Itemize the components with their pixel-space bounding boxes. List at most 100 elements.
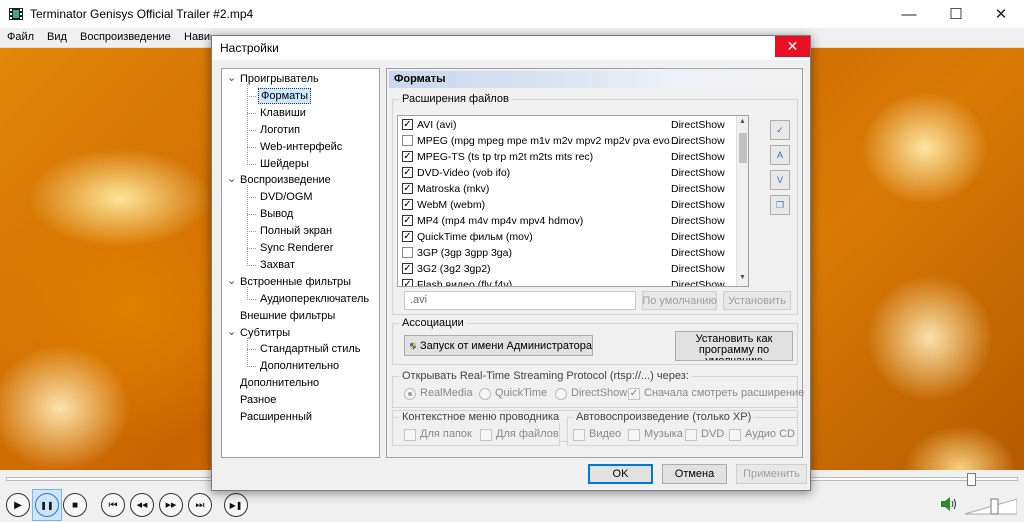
close-icon: ✕: [786, 38, 799, 54]
play-button[interactable]: ▶: [6, 493, 30, 517]
frame-step-button[interactable]: ▶❚: [224, 493, 248, 517]
menu-navigate[interactable]: Навигация: [184, 31, 211, 43]
format-checkbox[interactable]: ✓: [402, 119, 413, 130]
tree-item[interactable]: Расширенный: [238, 409, 314, 425]
tree-expander-icon[interactable]: ⌄: [227, 174, 236, 185]
set-button[interactable]: Установить: [723, 291, 791, 310]
apply-button[interactable]: Применить: [736, 464, 807, 484]
format-row[interactable]: ✓ MPEG-TS (ts tp trp m2t m2ts mts rec) Dir…: [400, 149, 731, 165]
format-checkbox[interactable]: ✓: [402, 183, 413, 194]
menu-playback[interactable]: Воспроизведение: [80, 31, 171, 43]
format-name: WebM (webm): [417, 199, 486, 211]
play-icon: ▶: [14, 499, 22, 511]
format-row[interactable]: ✓ WebM (webm) DirectShow: [400, 197, 731, 213]
format-row[interactable]: ✓ Matroska (mkv) DirectShow: [400, 181, 731, 197]
tree-item[interactable]: Встроенные фильтры: [238, 274, 353, 290]
stop-icon: ■: [71, 499, 79, 511]
volume-slider[interactable]: [964, 497, 1018, 515]
maximize-button[interactable]: ☐: [933, 0, 979, 28]
tree-expander-icon[interactable]: ⌄: [227, 326, 236, 337]
ok-button[interactable]: OK: [588, 464, 653, 484]
format-checkbox[interactable]: ✓: [402, 167, 413, 178]
select-all-button[interactable]: ✓: [770, 120, 790, 140]
format-row[interactable]: ✓ MP4 (mp4 m4v mp4v mpv4 hdmov) DirectShow: [400, 213, 731, 229]
format-row[interactable]: ✓ DVD-Video (vob ifo) DirectShow: [400, 165, 731, 181]
dialog-close-button[interactable]: ✕: [775, 36, 810, 57]
tree-item[interactable]: Вывод: [258, 206, 295, 222]
rtsp-group-label: Открывать Real-Time Streaming Protocol (…: [399, 370, 692, 382]
audio-formats-button[interactable]: A: [770, 145, 790, 165]
tree-expander-icon[interactable]: ⌄: [227, 73, 236, 84]
tree-item[interactable]: Полный экран: [258, 223, 334, 239]
stop-button[interactable]: ■: [63, 493, 87, 517]
frame-step-icon: ▶❚: [229, 500, 243, 510]
player-controls: ▶ ❚❚ ■ ⏮ ◀◀ ▶▶ ⏭ ▶❚: [0, 488, 1024, 522]
tree-item[interactable]: Дополнительно: [238, 375, 321, 391]
format-row[interactable]: ✓ Flash видео (flv f4v) DirectShow: [400, 277, 731, 286]
format-row[interactable]: 3GP (3gp 3gpp 3ga) DirectShow: [400, 245, 731, 261]
forward-button[interactable]: ▶▶: [159, 493, 183, 517]
format-checkbox[interactable]: ✓: [402, 151, 413, 162]
skip-forward-button[interactable]: ⏭: [188, 493, 212, 517]
set-default-program-button[interactable]: Установить как программу по умолчанию: [675, 331, 793, 361]
seek-thumb[interactable]: [967, 473, 976, 486]
scroll-thumb[interactable]: [739, 133, 747, 163]
format-row[interactable]: ✓ QuickTime фильм (mov) DirectShow: [400, 229, 731, 245]
close-button[interactable]: ✕: [978, 0, 1024, 28]
format-checkbox[interactable]: [402, 135, 413, 146]
tree-item[interactable]: Клавиши: [258, 105, 308, 121]
tree-item[interactable]: Web-интерфейс: [258, 139, 344, 155]
skip-back-button[interactable]: ⏮: [101, 493, 125, 517]
tree-item[interactable]: Захват: [258, 257, 297, 273]
menu-view[interactable]: Вид: [47, 31, 67, 43]
tree-item[interactable]: Шейдеры: [258, 156, 311, 172]
format-name: DVD-Video (vob ifo): [417, 167, 511, 179]
tree-item[interactable]: Sync Renderer: [258, 240, 335, 256]
tree-item[interactable]: Логотип: [258, 122, 302, 138]
tree-item[interactable]: DVD/OGM: [258, 189, 315, 205]
formats-scrollbar[interactable]: ▲ ▼: [736, 116, 748, 286]
associations-group-label: Ассоциации: [399, 317, 467, 329]
extensions-group-label: Расширения файлов: [399, 93, 512, 105]
format-row[interactable]: ✓ 3G2 (3g2 3gp2) DirectShow: [400, 261, 731, 277]
cancel-button[interactable]: Отмена: [662, 464, 727, 484]
tree-item[interactable]: Проигрыватель: [238, 71, 321, 87]
pause-button[interactable]: ❚❚: [35, 493, 59, 517]
format-row[interactable]: ✓ AVI (avi) DirectShow: [400, 117, 731, 133]
format-filter: DirectShow: [671, 199, 725, 211]
menu-file[interactable]: Файл: [7, 31, 34, 43]
tree-item[interactable]: Форматы: [258, 87, 311, 104]
title-bar: Terminator Genisys Official Trailer #2.m…: [0, 0, 1024, 28]
tree-item[interactable]: Стандартный стиль: [258, 341, 363, 357]
rewind-icon: ◀◀: [136, 502, 148, 509]
format-checkbox[interactable]: ✓: [402, 215, 413, 226]
tree-item[interactable]: Дополнительно: [258, 358, 341, 374]
rewind-button[interactable]: ◀◀: [130, 493, 154, 517]
volume-icon[interactable]: [940, 496, 958, 512]
extension-field[interactable]: .avi: [404, 291, 636, 310]
run-as-admin-button[interactable]: Запуск от имени Администратора: [404, 335, 593, 356]
tree-item[interactable]: Разное: [238, 392, 278, 408]
format-checkbox[interactable]: ✓: [402, 279, 413, 286]
format-checkbox[interactable]: ✓: [402, 263, 413, 274]
scroll-up-icon[interactable]: ▲: [739, 118, 746, 125]
tree-item[interactable]: Воспроизведение: [238, 172, 333, 188]
default-button[interactable]: По умолчанию: [642, 291, 717, 310]
scroll-down-icon[interactable]: ▼: [739, 274, 746, 281]
tree-connector: [247, 163, 256, 165]
formats-list[interactable]: ✓ Flash видео (flv f4v) DirectShow ✓ 3G2 (3g…: [397, 115, 749, 287]
context-menu-group-label: Контекстное меню проводника: [399, 411, 563, 423]
copy-button[interactable]: ❐: [770, 195, 790, 215]
tree-connector: [247, 146, 256, 148]
format-checkbox[interactable]: [402, 247, 413, 258]
tree-expander-icon[interactable]: ⌄: [227, 275, 236, 286]
minimize-button[interactable]: —: [886, 0, 932, 28]
tree-item[interactable]: Внешние фильтры: [238, 308, 337, 324]
format-name: MPEG-TS (ts tp trp m2t m2ts mts rec): [417, 151, 594, 163]
video-formats-button[interactable]: V: [770, 170, 790, 190]
format-row[interactable]: MPEG (mpg mpeg mpe m1v m2v mpv2 mp2v pva…: [400, 133, 731, 149]
format-checkbox[interactable]: ✓: [402, 231, 413, 242]
format-checkbox[interactable]: ✓: [402, 199, 413, 210]
tree-item[interactable]: Аудиопереключатель: [258, 291, 371, 307]
pause-icon: ❚❚: [40, 500, 54, 510]
